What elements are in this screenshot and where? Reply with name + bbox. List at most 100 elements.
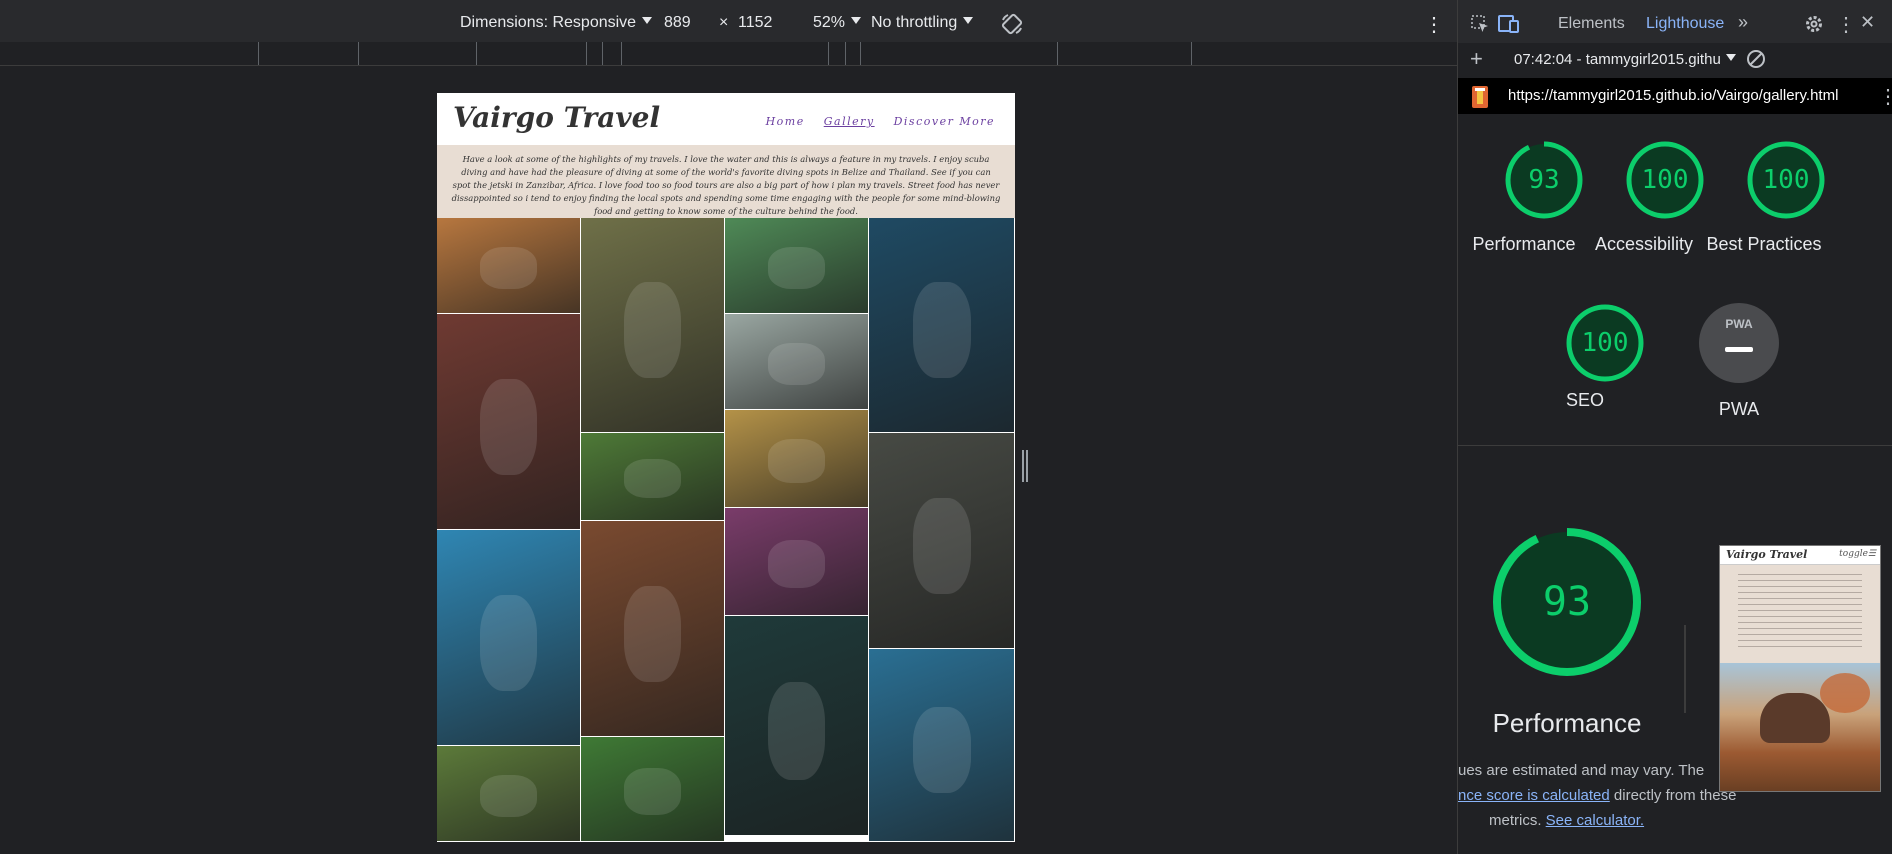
zoom-dropdown[interactable]: 52% [813, 14, 862, 32]
site-header: Vairgo Travel Home Gallery Discover More [437, 93, 1015, 147]
holi-colors-photo-subject [767, 540, 826, 589]
zebras-photo-subject [623, 459, 682, 499]
dimensions-dropdown[interactable]: Dimensions: Responsive [460, 14, 653, 32]
devtools-panel: Elements Lighthouse » ⋮ ✕ + 07:42:04 - t… [1457, 0, 1892, 854]
score-label: Best Practices [1706, 234, 1822, 254]
emulated-page: Vairgo Travel Home Gallery Discover More… [437, 93, 1015, 842]
width-input[interactable]: 889 [664, 14, 691, 32]
score-calculation-link[interactable]: nce score is calculated [1458, 787, 1610, 804]
banana-man-photo-subject [479, 378, 538, 476]
dolphins-photo-subject [912, 706, 971, 793]
pwa-label: PWA [1718, 399, 1760, 419]
note-line-3: metrics. [1489, 812, 1546, 829]
media-query-ruler[interactable] [0, 42, 1457, 66]
report-menu-icon[interactable]: ⋮ [1878, 84, 1892, 109]
score-value: 93 [1528, 165, 1560, 195]
height-input[interactable]: 1152 [738, 14, 772, 32]
sea-turtle-photo[interactable] [869, 218, 1014, 432]
divider [1458, 445, 1892, 446]
score-gauge-performance[interactable]: 93 [1504, 140, 1584, 220]
times-sign: × [719, 14, 729, 31]
jetski-photo[interactable] [437, 530, 580, 745]
intro-text: Have a look at some of the highlights of… [451, 154, 1001, 216]
score-value: 100 [1641, 165, 1689, 195]
thumb-dust-shape [1820, 673, 1870, 713]
thumb-header: Vairgo Travel toggle☰ [1720, 546, 1880, 565]
temple-photo-subject [623, 585, 682, 683]
rice-farmer-photo[interactable] [725, 410, 868, 507]
thumb-elephant-shape [1760, 693, 1830, 743]
thumb-text-lines [1738, 571, 1862, 651]
score-gauge-seo[interactable]: 100 [1565, 303, 1645, 383]
note-line-1: ues are estimated and may vary. The [1458, 762, 1705, 779]
thumb-intro-block [1720, 565, 1880, 663]
score-gauge-best-practices[interactable]: 100 [1746, 140, 1826, 220]
report-selector[interactable]: 07:42:04 - tammygirl2015.githu [1514, 51, 1734, 68]
banana-man-photo[interactable] [437, 314, 580, 529]
close-icon[interactable]: ✕ [1860, 12, 1875, 33]
vertical-divider [1684, 625, 1686, 713]
site-nav: Home Gallery Discover More [752, 115, 995, 128]
see-calculator-link[interactable]: See calculator. [1546, 812, 1644, 829]
thumb-elephant-photo [1720, 663, 1880, 791]
intro-section: Have a look at some of the highlights of… [437, 145, 1015, 218]
holi-colors-photo[interactable] [725, 508, 868, 615]
performance-big-gauge[interactable]: 93 [1492, 527, 1642, 677]
new-report-icon[interactable]: + [1470, 46, 1483, 72]
tea-field-photo-subject [623, 768, 682, 815]
street-food-photo-subject [912, 497, 971, 595]
score-value: 100 [1581, 328, 1629, 358]
device-toggle-icon[interactable] [1498, 14, 1520, 39]
score-label: SEO [1565, 390, 1604, 410]
sea-turtle-photo-subject [912, 282, 971, 379]
pwa-badge[interactable]: PWA [1699, 303, 1779, 383]
nav-home[interactable]: Home [766, 115, 805, 128]
kitchen-fire-photo[interactable] [725, 616, 868, 835]
tab-lighthouse[interactable]: Lighthouse [1646, 15, 1724, 33]
elephant-photo[interactable] [437, 218, 580, 313]
tea-field-photo[interactable] [581, 737, 724, 841]
thumb-title: Vairgo Travel [1726, 548, 1808, 561]
report-url[interactable]: https://tammygirl2015.github.io/Vairgo/g… [1508, 87, 1838, 104]
score-note: ues are estimated and may vary. The nce … [1458, 758, 1758, 833]
devtools-menu-icon[interactable]: ⋮ [1836, 12, 1856, 37]
score-value: 100 [1762, 165, 1810, 195]
rotate-icon[interactable] [1000, 12, 1024, 41]
more-tabs-icon[interactable]: » [1738, 12, 1748, 33]
report-dropdown-caret[interactable] [1720, 51, 1736, 69]
tab-elements[interactable]: Elements [1558, 15, 1625, 33]
big-score-value: 93 [1542, 579, 1592, 625]
site-title[interactable]: Vairgo Travel [453, 101, 660, 134]
nav-gallery[interactable]: Gallery [824, 115, 875, 128]
resize-handle[interactable] [1021, 450, 1029, 482]
final-screenshot-thumbnail[interactable]: Vairgo Travel toggle☰ [1719, 545, 1881, 792]
tree-jeep-photo[interactable] [581, 218, 724, 432]
nav-discover-more[interactable]: Discover More [894, 115, 995, 128]
note-line-2: directly from these [1609, 787, 1737, 804]
palm-beach-photo-subject [767, 342, 826, 386]
temple-photo[interactable] [581, 521, 724, 736]
settings-gear-icon[interactable] [1804, 14, 1824, 39]
clear-reports-icon[interactable] [1746, 49, 1766, 74]
women-baskets-photo[interactable] [725, 218, 868, 313]
street-food-photo[interactable] [869, 433, 1014, 648]
thumb-toggle: toggle☰ [1839, 549, 1876, 559]
score-label: Performance [1472, 234, 1576, 254]
safari-camp-photo[interactable] [437, 746, 580, 841]
dolphins-photo[interactable] [869, 649, 1014, 841]
score-gauge-accessibility[interactable]: 100 [1625, 140, 1705, 220]
report-url-bar: https://tammygirl2015.github.io/Vairgo/g… [1458, 78, 1892, 114]
big-score-label: Performance [1492, 708, 1642, 738]
pwa-dash-icon [1725, 347, 1753, 352]
throttling-dropdown[interactable]: No throttling [871, 14, 974, 32]
zebras-photo[interactable] [581, 433, 724, 520]
pwa-badge-text: PWA [1725, 317, 1753, 331]
palm-beach-photo[interactable] [725, 314, 868, 409]
score-label: Accessibility [1594, 234, 1694, 254]
women-baskets-photo-subject [767, 246, 826, 290]
more-options-icon[interactable]: ⋮ [1424, 12, 1444, 37]
lighthouse-toolbar: + 07:42:04 - tammygirl2015.githu [1458, 43, 1892, 79]
rice-farmer-photo-subject [767, 439, 826, 483]
inspect-element-icon[interactable] [1470, 14, 1490, 39]
tree-jeep-photo-subject [623, 282, 682, 379]
